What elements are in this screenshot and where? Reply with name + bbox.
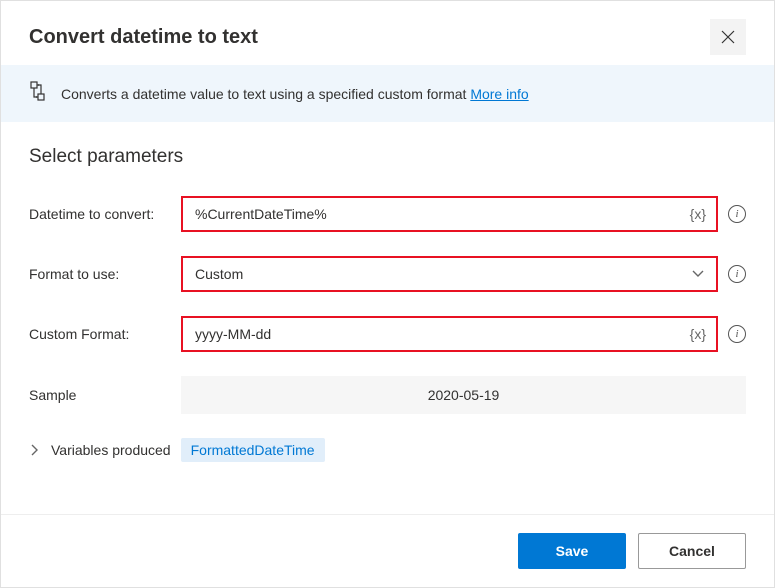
format-select[interactable]: Custom xyxy=(183,258,716,290)
custom-input-wrapper: yyyy-MM-dd {x} xyxy=(181,316,718,352)
datetime-input[interactable]: %CurrentDateTime% xyxy=(183,198,716,230)
dialog-header: Convert datetime to text xyxy=(1,1,774,65)
variables-produced-row[interactable]: Variables produced FormattedDateTime xyxy=(29,438,746,462)
param-custom-row: Custom Format: yyyy-MM-dd {x} i xyxy=(29,316,746,352)
info-text: Converts a datetime value to text using … xyxy=(61,86,529,102)
content-area: Select parameters Datetime to convert: %… xyxy=(1,122,774,514)
help-icon[interactable]: i xyxy=(728,325,746,343)
save-button[interactable]: Save xyxy=(518,533,626,569)
format-label: Format to use: xyxy=(29,266,181,282)
help-icon[interactable]: i xyxy=(728,205,746,223)
sample-value: 2020-05-19 xyxy=(181,376,746,414)
param-datetime-row: Datetime to convert: %CurrentDateTime% {… xyxy=(29,196,746,232)
chevron-right-icon xyxy=(26,444,44,456)
format-select-wrapper: Custom xyxy=(181,256,718,292)
section-title: Select parameters xyxy=(29,146,746,168)
close-button[interactable] xyxy=(710,19,746,55)
help-icon[interactable]: i xyxy=(728,265,746,283)
close-icon xyxy=(721,30,735,44)
datetime-input-wrapper: %CurrentDateTime% {x} xyxy=(181,196,718,232)
variable-picker-icon[interactable]: {x} xyxy=(690,206,706,222)
datetime-label: Datetime to convert: xyxy=(29,206,181,222)
variable-badge[interactable]: FormattedDateTime xyxy=(181,438,325,462)
variables-produced-label: Variables produced xyxy=(51,442,171,458)
cancel-button[interactable]: Cancel xyxy=(638,533,746,569)
custom-label: Custom Format: xyxy=(29,326,181,342)
action-icon xyxy=(29,81,47,106)
more-info-link[interactable]: More info xyxy=(470,86,528,102)
dialog-title: Convert datetime to text xyxy=(29,26,258,49)
param-format-row: Format to use: Custom i xyxy=(29,256,746,292)
variable-picker-icon[interactable]: {x} xyxy=(690,326,706,342)
chevron-down-icon xyxy=(692,265,704,283)
param-sample-row: Sample 2020-05-19 xyxy=(29,376,746,414)
info-banner: Converts a datetime value to text using … xyxy=(1,65,774,122)
dialog-footer: Save Cancel xyxy=(1,514,774,587)
custom-format-input[interactable]: yyyy-MM-dd xyxy=(183,318,716,350)
sample-label: Sample xyxy=(29,387,181,403)
